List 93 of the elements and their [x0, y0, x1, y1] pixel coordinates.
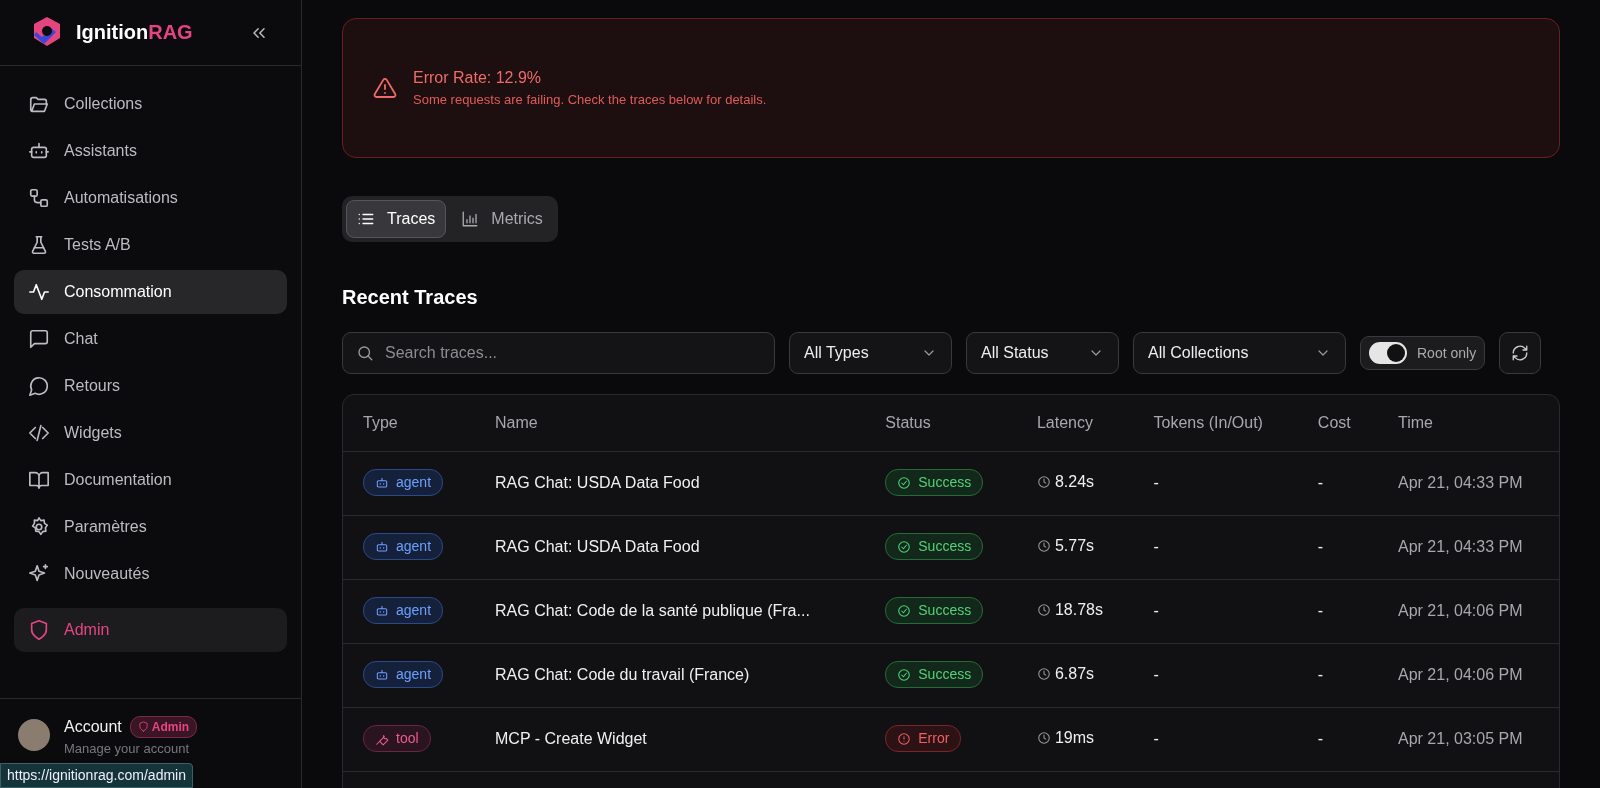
- clock-icon: [1036, 539, 1051, 553]
- search-field[interactable]: Search traces...: [342, 332, 775, 374]
- alert-message: Some requests are failing. Check the traces below for details.: [413, 91, 767, 110]
- latency-value: 5.77s: [1054, 536, 1095, 556]
- column-header: Name: [475, 395, 866, 451]
- time-value: Apr 21, 03:05 PM: [1378, 707, 1559, 771]
- cost-value: -: [1297, 451, 1378, 515]
- sidebar-item[interactable]: Nouveautés: [14, 551, 287, 596]
- trace-name: MCP - Create Widget: [475, 707, 866, 771]
- status-badge: Success: [885, 597, 984, 625]
- tokens-value: -: [1133, 643, 1298, 707]
- sidebar-item[interactable]: Documentation: [14, 457, 287, 502]
- sidebar-item[interactable]: Retours: [14, 363, 287, 408]
- latency-value: 8.24s: [1054, 472, 1095, 492]
- type-tag: agent: [363, 533, 444, 561]
- column-header: Cost: [1297, 395, 1378, 451]
- column-header: Tokens (In/Out): [1133, 395, 1298, 451]
- time-value: Apr 21, 04:33 PM: [1378, 515, 1559, 579]
- refresh-icon: [1511, 344, 1530, 362]
- robot-icon: [375, 475, 389, 490]
- check-circle-icon: [897, 667, 912, 682]
- search-icon: [356, 344, 374, 362]
- time-value: Apr 21, 04:06 PM: [1378, 643, 1559, 707]
- view-tab[interactable]: Traces: [346, 200, 447, 238]
- sidebar-item[interactable]: Chat: [14, 316, 287, 361]
- tokens-value: -: [1133, 707, 1298, 771]
- robot-icon: [375, 667, 389, 682]
- check-circle-icon: [897, 475, 912, 490]
- filter-dropdown[interactable]: All Status: [966, 332, 1119, 374]
- clock-icon: [1036, 667, 1051, 681]
- type-tag: agent: [363, 597, 444, 625]
- sidebar-item[interactable]: Automatisations: [14, 175, 287, 220]
- cost-value: -: [1297, 515, 1378, 579]
- latency-value: 6.87s: [1054, 664, 1095, 684]
- account-title: Account: [64, 716, 122, 737]
- sidebar-item[interactable]: Admin: [14, 607, 287, 652]
- column-header: Time: [1378, 395, 1559, 451]
- section-title: Recent Traces: [342, 285, 479, 310]
- toggle-label: Root only: [1417, 343, 1477, 363]
- type-tag: agent: [363, 469, 444, 497]
- type-tag: agent: [363, 661, 444, 689]
- sidebar-item[interactable]: Collections: [14, 81, 287, 126]
- shield-icon: [137, 721, 149, 732]
- latency-value: 19ms: [1054, 728, 1095, 748]
- workflow-icon: [28, 186, 50, 209]
- shield-icon: [28, 618, 50, 641]
- bar-chart-icon: [461, 210, 480, 228]
- cost-value: -: [1297, 579, 1378, 643]
- robot-icon: [375, 539, 389, 554]
- status-badge: Success: [885, 533, 984, 561]
- check-circle-icon: [897, 603, 912, 618]
- filter-dropdown[interactable]: All Types: [789, 332, 952, 374]
- cost-value: -: [1297, 643, 1378, 707]
- check-circle-icon: [897, 539, 912, 554]
- filter-dropdown[interactable]: All Collections: [1133, 332, 1346, 374]
- time-value: Apr 21, 04:33 PM: [1378, 451, 1559, 515]
- tokens-value: -: [1133, 579, 1298, 643]
- robot-icon: [375, 603, 389, 618]
- tokens-value: -: [1133, 451, 1298, 515]
- column-header: Latency: [1016, 395, 1134, 451]
- trace-name: RAG Chat: Code du travail (France): [475, 643, 866, 707]
- alert-title: Error Rate: 12.9%: [413, 68, 543, 89]
- avatar[interactable]: [18, 718, 50, 751]
- sidebar-item[interactable]: Assistants: [14, 128, 287, 173]
- alert-circle-icon: [897, 731, 912, 746]
- cost-value: -: [1297, 707, 1378, 771]
- status-badge: Error: [885, 725, 962, 753]
- status-badge: Success: [885, 469, 984, 497]
- clock-icon: [1036, 603, 1051, 617]
- clock-icon: [1036, 475, 1051, 489]
- column-header: Type: [343, 395, 475, 451]
- clock-icon: [1036, 731, 1051, 745]
- trace-name: RAG Chat: Code de la santé publique (Fra...: [475, 579, 866, 643]
- toggle-switch[interactable]: [1369, 342, 1407, 364]
- account-subtitle: Manage your account: [64, 739, 191, 758]
- sidebar-item[interactable]: Paramètres: [14, 504, 287, 549]
- type-tag: tool: [363, 725, 431, 753]
- column-header: Status: [865, 395, 1017, 451]
- view-tab[interactable]: Metrics: [450, 200, 554, 238]
- link-url-tooltip: https://ignitionrag.com/admin: [0, 763, 193, 788]
- warning-icon: [373, 76, 397, 100]
- refresh-button[interactable]: [1499, 332, 1542, 374]
- sidebar-item[interactable]: Tests A/B: [14, 222, 287, 267]
- brand-name: IgnitionRAG: [76, 20, 193, 46]
- status-badge: Success: [885, 661, 984, 689]
- admin-badge: Admin: [129, 715, 198, 738]
- latency-value: 18.78s: [1054, 600, 1103, 620]
- sidebar-item[interactable]: Widgets: [14, 410, 287, 455]
- sidebar-item[interactable]: Consommation: [14, 269, 287, 314]
- tokens-value: -: [1133, 515, 1298, 579]
- trace-name: RAG Chat: USDA Data Food: [475, 451, 866, 515]
- time-value: Apr 21, 04:06 PM: [1378, 579, 1559, 643]
- trace-name: RAG Chat: USDA Data Food: [475, 515, 866, 579]
